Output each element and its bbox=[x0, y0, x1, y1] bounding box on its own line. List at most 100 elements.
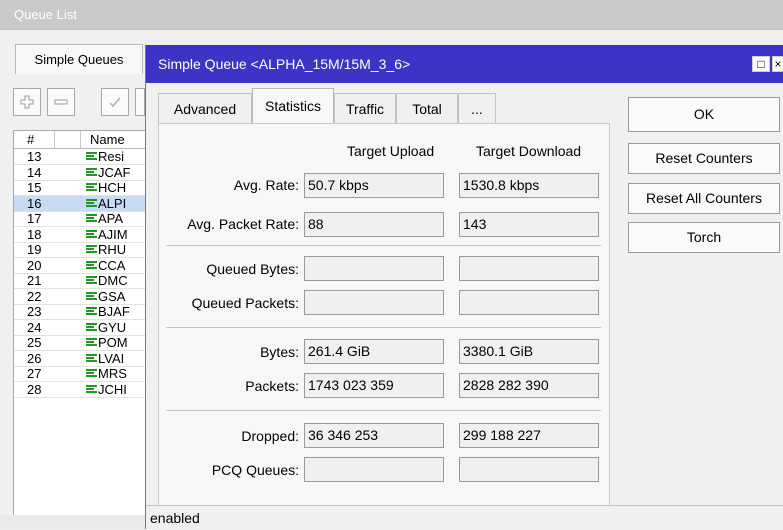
queue-icon bbox=[86, 369, 97, 379]
dialog-title: Simple Queue <ALPHA_15M/15M_3_6> bbox=[146, 45, 783, 83]
row-number: 20 bbox=[27, 257, 42, 273]
row-name: MRS bbox=[98, 366, 127, 381]
queue-icon bbox=[86, 214, 97, 224]
packets-upload-field: 1743 023 359 bbox=[304, 373, 444, 398]
avg-packet-rate-label: Avg. Packet Rate: bbox=[187, 216, 299, 232]
column-name[interactable]: Name bbox=[90, 132, 125, 147]
torch-button[interactable]: Torch bbox=[628, 222, 780, 253]
packets-download-field: 2828 282 390 bbox=[459, 373, 599, 398]
column-target-download: Target Download bbox=[476, 143, 582, 159]
queue-icon bbox=[86, 152, 97, 162]
reset-all-counters-button[interactable]: Reset All Counters bbox=[628, 183, 780, 214]
dropped-label: Dropped: bbox=[241, 428, 299, 444]
row-name: RHU bbox=[98, 242, 127, 257]
queue-icon bbox=[86, 353, 97, 364]
tab-more[interactable]: ... bbox=[458, 93, 496, 123]
column-num[interactable]: # bbox=[27, 132, 34, 147]
row-name: GYU bbox=[98, 319, 127, 335]
queue-icon bbox=[86, 276, 97, 286]
dropped-upload-field: 36 346 253 bbox=[304, 423, 444, 448]
pcq-queues-upload-field bbox=[304, 457, 444, 482]
row-number: 27 bbox=[27, 366, 42, 381]
row-name: DMC bbox=[98, 273, 128, 288]
queue-list-title: Queue List bbox=[0, 0, 783, 30]
queued-packets-label: Queued Packets: bbox=[191, 295, 299, 311]
simple-queue-dialog: Simple Queue <ALPHA_15M/15M_3_6> □ × Adv… bbox=[145, 45, 783, 529]
row-number: 16 bbox=[27, 195, 42, 211]
row-name: ALPI bbox=[98, 195, 127, 211]
reset-counters-button[interactable]: Reset Counters bbox=[628, 143, 780, 174]
queue-icon bbox=[86, 229, 97, 240]
tab-traffic[interactable]: Traffic bbox=[334, 93, 396, 123]
queue-icon bbox=[86, 167, 97, 178]
avg-packet-rate-download-field: 143 bbox=[459, 212, 599, 237]
row-name: Resi bbox=[98, 149, 125, 164]
avg-rate-upload-field: 50.7 kbps bbox=[304, 173, 444, 198]
row-name: APA bbox=[98, 211, 124, 226]
minus-icon[interactable] bbox=[47, 88, 75, 116]
row-number: 26 bbox=[27, 350, 42, 366]
tab-advanced[interactable]: Advanced bbox=[158, 93, 252, 123]
tab-total[interactable]: Total bbox=[396, 93, 458, 123]
dropped-download-field: 299 188 227 bbox=[459, 423, 599, 448]
queue-icon bbox=[86, 307, 97, 317]
queued-packets-download-field bbox=[459, 290, 599, 315]
row-name: JCAF bbox=[98, 164, 131, 180]
queued-bytes-label: Queued Bytes: bbox=[206, 261, 299, 277]
row-number: 23 bbox=[27, 304, 42, 319]
divider bbox=[166, 245, 601, 246]
avg-rate-label: Avg. Rate: bbox=[233, 177, 299, 193]
queued-packets-upload-field bbox=[304, 290, 444, 315]
table-row[interactable]: 24 GYU bbox=[14, 320, 152, 336]
row-number: 21 bbox=[27, 273, 42, 288]
pcq-queues-download-field bbox=[459, 457, 599, 482]
divider bbox=[166, 327, 601, 328]
row-name: JCHI bbox=[98, 381, 127, 397]
table-row[interactable]: 16 ALPI bbox=[14, 195, 152, 212]
row-number: 14 bbox=[27, 164, 42, 180]
tab-simple-queues[interactable]: Simple Queues bbox=[15, 44, 143, 74]
row-number: 22 bbox=[27, 288, 42, 304]
row-number: 25 bbox=[27, 335, 42, 350]
queue-icon bbox=[86, 245, 97, 255]
toolbar-overflow-button[interactable] bbox=[135, 88, 145, 116]
queue-icon bbox=[86, 338, 97, 348]
row-number: 19 bbox=[27, 242, 42, 257]
packets-label: Packets: bbox=[245, 378, 299, 394]
column-target-upload: Target Upload bbox=[347, 143, 435, 159]
queue-icon bbox=[86, 384, 97, 395]
bytes-upload-field: 261.4 GiB bbox=[304, 339, 444, 364]
pcq-queues-label: PCQ Queues: bbox=[211, 462, 299, 478]
queue-icon bbox=[86, 198, 97, 209]
tab-statistics[interactable]: Statistics bbox=[252, 88, 334, 124]
row-name: POM bbox=[98, 335, 128, 350]
table-row[interactable]: 13 Resi bbox=[14, 149, 152, 165]
plus-icon[interactable] bbox=[13, 88, 41, 116]
maximize-icon[interactable]: □ bbox=[752, 56, 770, 72]
row-name: CCA bbox=[98, 257, 126, 273]
queue-icon bbox=[86, 322, 97, 333]
avg-rate-download-field: 1530.8 kbps bbox=[459, 173, 599, 198]
queue-icon bbox=[86, 291, 97, 302]
ok-button[interactable]: OK bbox=[628, 97, 780, 132]
table-header: # Name bbox=[14, 131, 152, 149]
queue-icon bbox=[86, 260, 97, 271]
row-name: AJIM bbox=[98, 226, 128, 242]
row-name: HCH bbox=[98, 180, 127, 195]
row-name: LVAI bbox=[98, 350, 125, 366]
row-number: 17 bbox=[27, 211, 42, 226]
horizontal-scrollbar[interactable] bbox=[0, 515, 145, 529]
divider bbox=[166, 410, 601, 411]
row-number: 28 bbox=[27, 381, 42, 397]
row-name: BJAF bbox=[98, 304, 130, 319]
check-icon[interactable] bbox=[101, 88, 129, 116]
queue-icon bbox=[86, 183, 97, 193]
queued-bytes-download-field bbox=[459, 256, 599, 281]
table-row[interactable]: 19 RHU bbox=[14, 242, 152, 258]
row-number: 13 bbox=[27, 149, 42, 164]
queued-bytes-upload-field bbox=[304, 256, 444, 281]
status-bar: enabled bbox=[146, 505, 783, 529]
row-number: 24 bbox=[27, 319, 42, 335]
close-icon[interactable]: × bbox=[772, 56, 783, 72]
avg-packet-rate-upload-field: 88 bbox=[304, 212, 444, 237]
